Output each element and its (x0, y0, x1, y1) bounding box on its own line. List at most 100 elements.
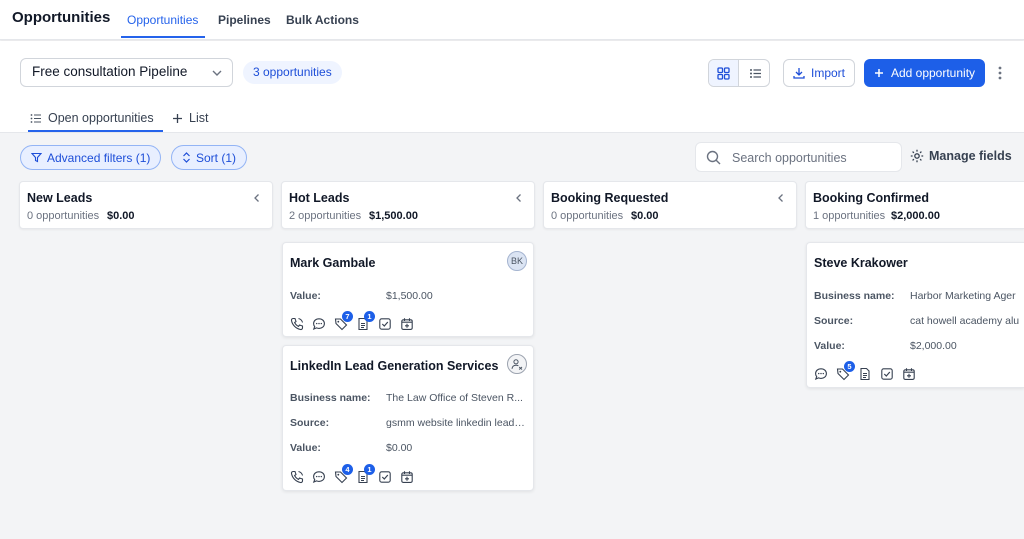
opportunity-count-badge: 3 opportunities (243, 61, 342, 84)
note-icon[interactable] (858, 367, 872, 381)
advanced-filters-button[interactable]: Advanced filters (1) (20, 145, 162, 170)
chevron-left-icon[interactable] (514, 193, 524, 203)
column-value: $1,500.00 (369, 210, 418, 222)
chevron-down-icon (212, 70, 222, 76)
column-count: 2 opportunities (289, 210, 362, 222)
list-icon (749, 68, 761, 78)
top-nav: Opportunities Opportunities Pipelines Bu… (0, 0, 1024, 40)
column-count: 0 opportunities (551, 210, 624, 222)
column-count: 0 opportunities (27, 210, 100, 222)
calendar-add-icon[interactable] (902, 367, 916, 381)
tab-bulk-actions[interactable]: Bulk Actions (286, 13, 359, 27)
manage-fields-label: Manage fields (929, 149, 1012, 163)
add-opportunity-label: Add opportunity (890, 66, 976, 80)
phone-icon[interactable] (290, 470, 304, 484)
field-value: $0.00 (386, 442, 413, 454)
count-badge: 1 (364, 464, 375, 475)
assign-user-icon (511, 359, 523, 370)
opportunity-card[interactable]: Mark Gambale BK Value: $1,500.00 7 1 (282, 242, 534, 337)
count-badge: 1 (364, 311, 375, 322)
field-label: Value: (290, 442, 321, 454)
field-value: cat howell academy alu (910, 315, 1020, 327)
chat-icon[interactable] (814, 367, 828, 381)
tags-action[interactable]: 7 (334, 311, 353, 331)
field-value: The Law Office of Steven R... (386, 392, 523, 404)
import-button[interactable]: Import (783, 59, 855, 87)
subtab-list[interactable]: List (172, 111, 208, 125)
column-value: $0.00 (107, 210, 135, 222)
filter-icon (31, 152, 42, 163)
download-icon (793, 68, 805, 79)
task-check-icon[interactable] (880, 367, 894, 381)
field-label: Source: (290, 417, 330, 429)
avatar[interactable]: BK (507, 251, 527, 271)
column-value: $0.00 (631, 210, 659, 222)
task-check-icon[interactable] (378, 317, 392, 331)
column-count: 1 opportunities (813, 210, 886, 222)
column-header-new-leads: New Leads 0 opportunities $0.00 (19, 181, 273, 229)
pipeline-select[interactable]: Free consultation Pipeline (20, 58, 233, 87)
column-name: Hot Leads (289, 191, 350, 205)
plus-icon (874, 69, 883, 77)
tab-opportunities[interactable]: Opportunities (127, 13, 198, 27)
field-value: $1,500.00 (386, 290, 433, 302)
column-value: $2,000.00 (891, 210, 940, 222)
column-name: Booking Requested (551, 191, 669, 205)
tab-pipelines[interactable]: Pipelines (218, 13, 271, 27)
manage-fields-button[interactable]: Manage fields (910, 149, 1012, 163)
phone-icon[interactable] (290, 317, 304, 331)
card-title: Steve Krakower (814, 256, 908, 270)
list-view-button[interactable] (740, 60, 769, 86)
assign-user-button[interactable] (507, 354, 527, 374)
chat-icon[interactable] (312, 317, 326, 331)
field-label: Business name: (814, 290, 895, 302)
plus-icon (173, 113, 182, 123)
opportunity-card[interactable]: Steve Krakower Business name: Harbor Mar… (806, 242, 1024, 388)
sort-button[interactable]: Sort (1) (171, 145, 248, 170)
grid-view-button[interactable] (709, 60, 739, 86)
field-label: Source: (814, 315, 854, 327)
tags-action[interactable]: 4 (334, 464, 353, 484)
card-title: LinkedIn Lead Generation Services (290, 359, 499, 373)
tags-action[interactable]: 5 (836, 361, 855, 381)
advanced-filters-label: Advanced filters (1) (47, 150, 151, 165)
field-value: gsmm website linkedin lead ... (386, 417, 526, 429)
import-label: Import (810, 66, 845, 80)
search-icon (706, 150, 721, 165)
search-box (695, 142, 902, 172)
list-icon (30, 113, 41, 123)
count-badge: 7 (342, 311, 353, 322)
calendar-add-icon[interactable] (400, 317, 414, 331)
field-value: Harbor Marketing Ager (910, 290, 1016, 302)
column-name: Booking Confirmed (813, 191, 929, 205)
subtab-label: Open opportunities (48, 111, 154, 125)
sort-icon (183, 152, 190, 163)
sort-label: Sort (1) (196, 150, 237, 165)
field-label: Value: (290, 290, 321, 302)
view-toggle (708, 59, 770, 87)
chevron-left-icon[interactable] (252, 193, 262, 203)
chevron-left-icon[interactable] (776, 193, 786, 203)
more-options-icon[interactable] (994, 63, 1006, 83)
task-check-icon[interactable] (378, 470, 392, 484)
column-header-hot-leads: Hot Leads 2 opportunities $1,500.00 (281, 181, 535, 229)
column-header-booking-requested: Booking Requested 0 opportunities $0.00 (543, 181, 797, 229)
notes-action[interactable]: 1 (356, 311, 375, 331)
pipeline-select-value: Free consultation Pipeline (32, 64, 188, 79)
search-input[interactable] (732, 149, 892, 167)
toolbar: Free consultation Pipeline 3 opportuniti… (0, 41, 1024, 133)
column-header-booking-confirmed: Booking Confirmed 1 opportunities $2,000… (805, 181, 1024, 229)
calendar-add-icon[interactable] (400, 470, 414, 484)
card-title: Mark Gambale (290, 256, 376, 270)
field-label: Value: (814, 340, 845, 352)
notes-action[interactable]: 1 (356, 464, 375, 484)
add-opportunity-button[interactable]: Add opportunity (864, 59, 985, 87)
chat-icon[interactable] (312, 470, 326, 484)
active-tab-indicator (121, 36, 205, 38)
field-value: $2,000.00 (910, 340, 957, 352)
page-title: Opportunities (12, 9, 111, 26)
subtab-open-opportunities[interactable]: Open opportunities (30, 111, 154, 125)
gear-icon (910, 149, 924, 163)
opportunity-card[interactable]: LinkedIn Lead Generation Services Busine… (282, 345, 534, 491)
count-badge: 5 (844, 361, 855, 372)
